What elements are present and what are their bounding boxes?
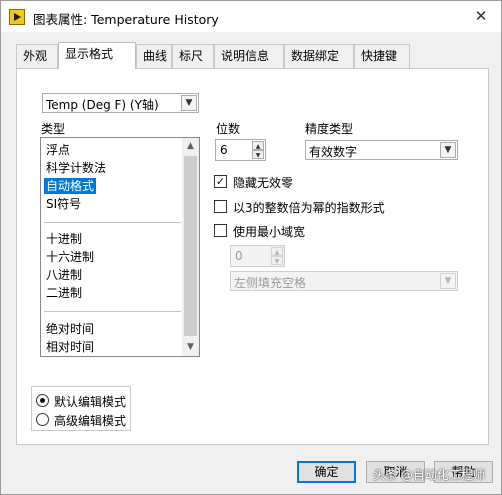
list-divider [44,311,181,312]
list-item-scientific[interactable]: 科学计数法 [46,160,106,176]
default-edit-mode-radio[interactable] [36,394,49,407]
chevron-down-icon[interactable]: ▼ [181,95,197,111]
list-item-relative-time[interactable]: 相对时间 [46,339,94,355]
precision-type-label: 精度类型 [305,122,354,136]
list-item-hexadecimal[interactable]: 十六进制 [46,249,94,265]
chevron-down-icon[interactable]: ▼ [440,142,456,158]
min-width-value: 0 [235,249,243,263]
scroll-up-icon[interactable]: ▲ [182,138,199,155]
tab-shortcuts[interactable]: 快捷键 [354,44,410,68]
hide-trailing-zeros-option[interactable]: ✓ 隐藏无效零 [214,174,334,190]
axis-selector[interactable]: Temp (Deg F) (Y轴) ▼ [42,93,199,113]
list-item-decimal[interactable]: 十进制 [46,231,82,247]
tab-data-binding[interactable]: 数据绑定 [284,44,354,68]
digits-label: 位数 [216,122,241,136]
exponent-multiple-of-3-option[interactable]: 以3的整数倍为幂的指数形式 [214,199,414,215]
use-min-field-width-checkbox[interactable] [214,224,227,237]
scroll-down-icon[interactable]: ▼ [182,339,199,356]
tab-plots[interactable]: 曲线 [136,44,172,68]
axis-selector-value: Temp (Deg F) (Y轴) [46,98,159,112]
list-scrollbar[interactable]: ▲ ▼ [182,138,199,356]
digits-stepper[interactable]: 6 ▲ ▼ [215,139,266,161]
list-divider [44,222,181,223]
hide-trailing-zeros-checkbox[interactable]: ✓ [214,175,227,188]
advanced-edit-mode-option[interactable]: 高级编辑模式 [36,411,131,428]
list-item-absolute-time[interactable]: 绝对时间 [46,321,94,337]
title-bar: 图表属性: Temperature History ✕ [1,1,501,32]
ok-button[interactable]: 确定 [297,461,356,483]
precision-type-value: 有效数字 [309,145,358,159]
decrement-icon[interactable]: ▼ [271,256,283,265]
chevron-down-icon[interactable]: ▼ [440,273,456,289]
list-item-automatic[interactable]: 自动格式 [44,178,97,194]
precision-type-select[interactable]: 有效数字 ▼ [305,140,458,160]
scroll-thumb[interactable] [184,156,197,336]
watermark-text: 头条 @自动化工程师 [373,468,485,482]
padding-select[interactable]: 左侧填充空格 ▼ [230,271,458,291]
default-edit-mode-label: 默认编辑模式 [54,395,127,409]
advanced-edit-mode-label: 高级编辑模式 [54,414,127,428]
type-listbox[interactable]: 浮点 科学计数法 自动格式 SI符号 十进制 十六进制 八进制 二进制 绝对时间… [40,137,200,357]
labview-app-icon [9,9,25,25]
use-min-field-width-label: 使用最小域宽 [233,225,306,239]
list-item-binary[interactable]: 二进制 [46,285,82,301]
min-width-stepper[interactable]: 0 ▲ ▼ [230,245,285,267]
close-button[interactable]: ✕ [469,5,493,27]
tab-display-format[interactable]: 显示格式 [58,42,136,69]
advanced-edit-mode-radio[interactable] [36,413,49,426]
list-item-octal[interactable]: 八进制 [46,267,82,283]
default-edit-mode-option[interactable]: 默认编辑模式 [36,392,131,409]
increment-icon[interactable]: ▲ [252,141,264,150]
list-item-float[interactable]: 浮点 [46,142,70,158]
decrement-icon[interactable]: ▼ [252,150,264,159]
digits-value: 6 [220,143,228,157]
exponent-multiple-of-3-checkbox[interactable] [214,200,227,213]
window-title: 图表属性: Temperature History [33,12,219,27]
use-min-field-width-option[interactable]: 使用最小域宽 [214,223,344,239]
type-label: 类型 [41,122,66,136]
properties-dialog: 图表属性: Temperature History ✕ 外观 显示格式 曲线 标… [0,0,502,495]
tab-documentation[interactable]: 说明信息 [214,44,284,68]
padding-value: 左侧填充空格 [234,276,307,290]
hide-trailing-zeros-label: 隐藏无效零 [233,176,294,190]
tab-scales[interactable]: 标尺 [172,44,214,68]
increment-icon[interactable]: ▲ [271,247,283,256]
list-item-si-notation[interactable]: SI符号 [46,196,81,212]
tab-appearance[interactable]: 外观 [16,44,58,68]
edit-mode-group: 默认编辑模式 高级编辑模式 [31,386,131,431]
exponent-multiple-of-3-label: 以3的整数倍为幂的指数形式 [233,201,385,215]
